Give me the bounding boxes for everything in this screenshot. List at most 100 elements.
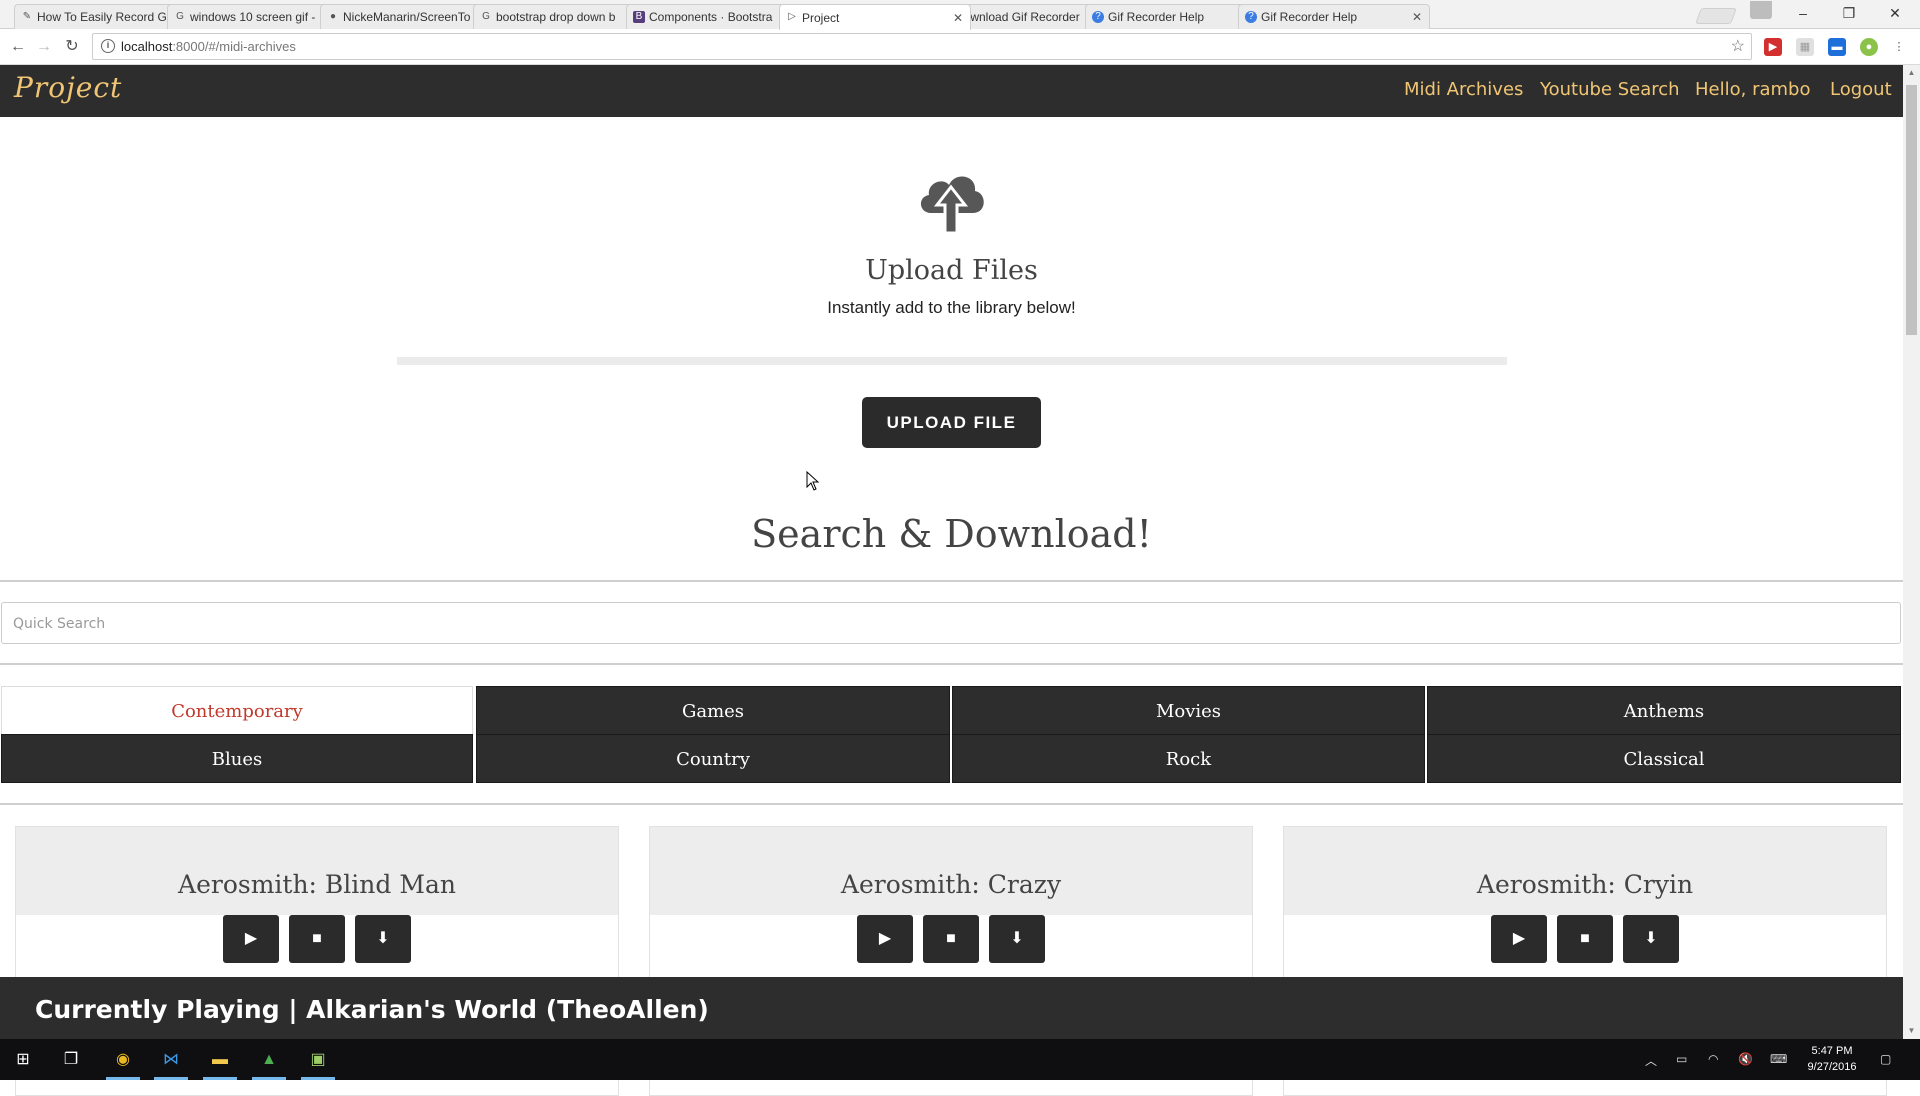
vscode-icon[interactable]: ⋈	[158, 1047, 184, 1073]
tab-title: NickeManarin/ScreenTo	[343, 10, 471, 24]
back-arrow-icon[interactable]: ←	[8, 37, 28, 57]
tab-title: How To Easily Record Gi	[37, 10, 170, 24]
chrome-icon[interactable]: ◉	[110, 1047, 136, 1073]
info-icon[interactable]: i	[101, 39, 115, 53]
nav-logout[interactable]: Logout	[1830, 79, 1892, 100]
reload-icon[interactable]: ↻	[62, 37, 82, 57]
download-button[interactable]: ⬇	[989, 915, 1045, 963]
genre-tab-games[interactable]: Games	[476, 686, 950, 735]
url-text[interactable]: localhost:8000/#/midi-archives	[121, 39, 296, 54]
stop-icon: ■	[312, 930, 322, 947]
genre-tab-classical[interactable]: Classical	[1427, 734, 1901, 783]
forward-arrow-icon[interactable]: →	[34, 37, 54, 57]
google-icon: G	[482, 11, 490, 22]
notifications-icon[interactable]: ▢	[1880, 1052, 1891, 1066]
browser-toolbar: ← → ↻ i localhost:8000/#/midi-archives ☆…	[0, 29, 1920, 65]
divider	[0, 580, 1903, 582]
genre-tab-contemporary[interactable]: Contemporary	[1, 686, 473, 735]
nav-midi-archives[interactable]: Midi Archives	[1404, 79, 1523, 100]
download-icon: ⬇	[1010, 930, 1024, 947]
genre-tab-anthems[interactable]: Anthems	[1427, 686, 1901, 735]
minimize-icon[interactable]: –	[1780, 0, 1826, 29]
brand-logo[interactable]: Project	[14, 71, 122, 104]
help-icon: ?	[1092, 11, 1104, 23]
volume-mute-icon[interactable]: 🔇	[1738, 1052, 1753, 1066]
quill-icon: ✎	[22, 11, 32, 22]
genre-tab-rock[interactable]: Rock	[952, 734, 1425, 783]
stop-button[interactable]: ■	[923, 915, 979, 963]
download-icon: ⬇	[376, 930, 390, 947]
google-icon: G	[176, 11, 184, 22]
upload-file-button[interactable]: UPLOAD FILE	[862, 397, 1041, 448]
taskbar-clock[interactable]: 5:47 PM 9/27/2016	[1796, 1043, 1868, 1075]
cloud-upload-icon	[920, 176, 984, 235]
windows-start-icon[interactable]: ⊞	[10, 1047, 36, 1073]
stop-button[interactable]: ■	[289, 915, 345, 963]
genre-tab-country[interactable]: Country	[476, 734, 950, 783]
tab-title: Gif Recorder Help	[1261, 10, 1358, 24]
app-launcher-icon[interactable]: ▲	[256, 1047, 282, 1073]
tray-chevron-icon[interactable]: ︿	[1645, 1052, 1657, 1069]
battery-icon[interactable]: ▭	[1676, 1052, 1687, 1066]
upload-subtitle: Instantly add to the library below!	[827, 298, 1076, 317]
new-tab-button[interactable]	[1695, 8, 1737, 24]
clock-date: 9/27/2016	[1807, 1061, 1857, 1073]
terminal-icon[interactable]: ▣	[305, 1047, 331, 1073]
bookmark-star-icon[interactable]: ☆	[1731, 36, 1745, 56]
task-view-icon[interactable]: ❐	[58, 1047, 84, 1073]
menu-dots-icon[interactable]: ⋮	[1890, 38, 1908, 56]
genre-tab-movies[interactable]: Movies	[952, 686, 1425, 735]
nav-youtube-search[interactable]: Youtube Search	[1540, 79, 1680, 100]
quick-search-input[interactable]: Quick Search	[1, 602, 1901, 644]
grid-extension-icon[interactable]: ▦	[1796, 38, 1814, 56]
app-navbar: Project Midi Archives Youtube Search Hel…	[0, 65, 1903, 117]
url-path: :8000/#/midi-archives	[172, 39, 296, 54]
stop-icon: ■	[1580, 930, 1590, 947]
clock-time: 5:47 PM	[1811, 1045, 1853, 1057]
file-explorer-icon[interactable]: ▬	[207, 1047, 233, 1073]
address-bar[interactable]: i localhost:8000/#/midi-archives ☆	[92, 33, 1752, 60]
play-icon: ▶	[1512, 930, 1526, 947]
genre-tab-blues[interactable]: Blues	[1, 734, 473, 783]
play-button[interactable]: ▶	[1491, 915, 1547, 963]
page-scrollbar[interactable]: ▲ ▼	[1903, 65, 1920, 1039]
github-icon: ●	[329, 11, 337, 22]
tab-title: Project	[802, 10, 840, 25]
close-icon[interactable]: ✕	[952, 11, 964, 25]
scroll-up-icon[interactable]: ▲	[1903, 65, 1920, 81]
play-icon: ▶	[244, 930, 258, 947]
window-close-icon[interactable]: ✕	[1872, 0, 1918, 29]
browser-tab[interactable]: ? Gif Recorder Help ✕	[1238, 4, 1430, 29]
play-button[interactable]: ▶	[223, 915, 279, 963]
song-title: Aerosmith: Blind Man	[178, 870, 456, 899]
browser-tab-active[interactable]: ▷ Project ✕	[779, 4, 971, 30]
search-heading: Search & Download!	[751, 512, 1152, 556]
song-title: Aerosmith: Cryin	[1476, 870, 1694, 899]
browser-tab-strip: ✎ How To Easily Record Gi ✕ Gwindows 10 sc…	[0, 0, 1920, 30]
stop-button[interactable]: ■	[1557, 915, 1613, 963]
color-extension-icon[interactable]: ●	[1860, 38, 1878, 56]
tab-title: windows 10 screen gif -	[190, 10, 316, 24]
divider	[0, 803, 1903, 805]
restore-icon[interactable]: ❐	[1826, 0, 1872, 29]
nav-user-greeting[interactable]: Hello, rambo	[1695, 79, 1810, 100]
mouse-cursor-icon	[806, 471, 820, 491]
close-icon[interactable]: ✕	[1411, 10, 1423, 24]
stop-icon: ■	[946, 930, 956, 947]
help-icon: ?	[1245, 11, 1257, 23]
now-playing-text: Currently Playing | Alkarian's World (Th…	[35, 995, 709, 1024]
keyboard-icon[interactable]: ⌨	[1770, 1052, 1787, 1066]
scrollbar-thumb[interactable]	[1906, 85, 1917, 335]
user-profile-icon[interactable]	[1750, 1, 1772, 19]
download-button[interactable]: ⬇	[1623, 915, 1679, 963]
download-button[interactable]: ⬇	[355, 915, 411, 963]
recorder-extension-icon[interactable]: ▶	[1764, 38, 1782, 56]
tab-title: Components · Bootstra	[649, 10, 773, 24]
play-button[interactable]: ▶	[857, 915, 913, 963]
divider	[0, 663, 1903, 665]
scroll-down-icon[interactable]: ▼	[1903, 1023, 1920, 1039]
window-extension-icon[interactable]: ▬	[1828, 38, 1846, 56]
now-playing-bar: Currently Playing | Alkarian's World (Th…	[0, 977, 1903, 1039]
wifi-icon[interactable]: ◠	[1708, 1052, 1718, 1066]
bootstrap-icon: B	[633, 11, 645, 23]
